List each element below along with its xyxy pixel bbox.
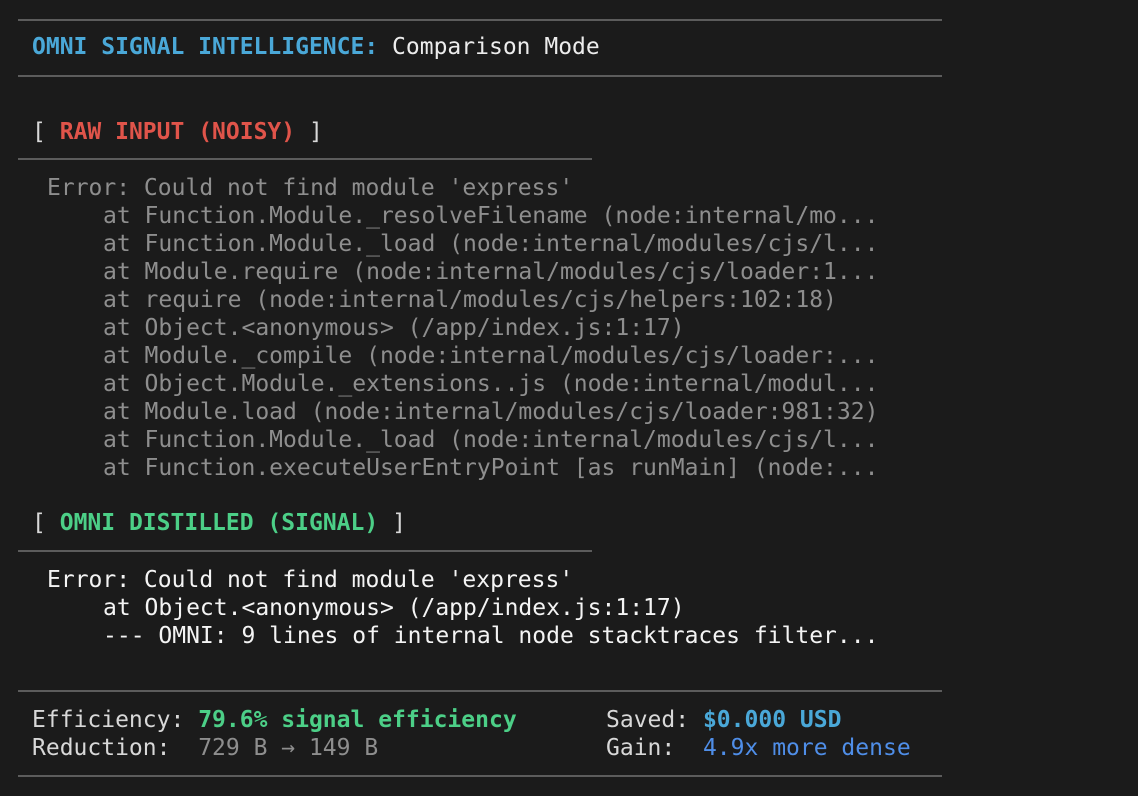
raw-line: at require (node:internal/modules/cjs/he… bbox=[103, 287, 837, 313]
gain-label: Gain: bbox=[606, 735, 676, 761]
distilled-section-label: OMNI DISTILLED (SIGNAL) bbox=[59, 510, 379, 536]
header-divider bbox=[18, 75, 942, 77]
bracket-open: [ bbox=[32, 510, 46, 536]
efficiency-stat: Efficiency: 79.6% signal efficiency bbox=[32, 706, 517, 734]
raw-section-heading: [ RAW INPUT (NOISY) ] bbox=[32, 118, 323, 146]
reduction-stat: Reduction: 729 B → 149 B bbox=[32, 734, 378, 762]
gain-value: 4.9x more dense bbox=[702, 735, 911, 761]
distilled-line: Error: Could not find module 'express' bbox=[47, 567, 574, 593]
bottom-divider bbox=[18, 775, 942, 777]
reduction-value: 729 B → 149 B bbox=[198, 735, 379, 761]
raw-line: at Function.Module._resolveFilename (nod… bbox=[103, 203, 879, 229]
reduction-label: Reduction: bbox=[32, 735, 171, 761]
efficiency-label: Efficiency: bbox=[32, 707, 185, 733]
raw-line: at Function.executeUserEntryPoint [as ru… bbox=[103, 455, 879, 481]
raw-line: at Function.Module._load (node:internal/… bbox=[103, 231, 879, 257]
bracket-close: ] bbox=[308, 119, 323, 145]
saved-value: $0.000 USD bbox=[702, 707, 842, 733]
efficiency-value: 79.6% signal efficiency bbox=[198, 707, 517, 733]
distilled-section-divider bbox=[18, 550, 592, 552]
distilled-line: at Object.<anonymous> (/app/index.js:1:1… bbox=[103, 595, 685, 621]
stats-divider bbox=[18, 690, 942, 692]
raw-section-divider bbox=[18, 158, 592, 160]
saved-stat: Saved: $0.000 USD bbox=[606, 706, 841, 734]
bracket-open: [ bbox=[32, 119, 46, 145]
distilled-section-heading: [ OMNI DISTILLED (SIGNAL) ] bbox=[32, 509, 406, 537]
raw-line: at Module.require (node:internal/modules… bbox=[103, 259, 879, 285]
title-key: OMNI SIGNAL INTELLIGENCE: bbox=[32, 34, 379, 60]
raw-line: at Function.Module._load (node:internal/… bbox=[103, 427, 879, 453]
raw-line: at Object.<anonymous> (/app/index.js:1:1… bbox=[103, 315, 685, 341]
page-title: OMNI SIGNAL INTELLIGENCE: Comparison Mod… bbox=[32, 33, 600, 61]
distilled-line: --- OMNI: 9 lines of internal node stack… bbox=[103, 623, 879, 649]
raw-line: at Object.Module._extensions..js (node:i… bbox=[103, 371, 879, 397]
raw-line: at Module.load (node:internal/modules/cj… bbox=[103, 399, 879, 425]
gain-stat: Gain: 4.9x more dense bbox=[606, 734, 911, 762]
title-mode: Comparison Mode bbox=[392, 34, 600, 60]
raw-line: at Module._compile (node:internal/module… bbox=[103, 343, 879, 369]
raw-section-label: RAW INPUT (NOISY) bbox=[59, 119, 296, 145]
bracket-close: ] bbox=[392, 510, 406, 536]
saved-label: Saved: bbox=[606, 707, 690, 733]
top-divider bbox=[18, 19, 942, 21]
raw-line: Error: Could not find module 'express' bbox=[47, 175, 574, 201]
